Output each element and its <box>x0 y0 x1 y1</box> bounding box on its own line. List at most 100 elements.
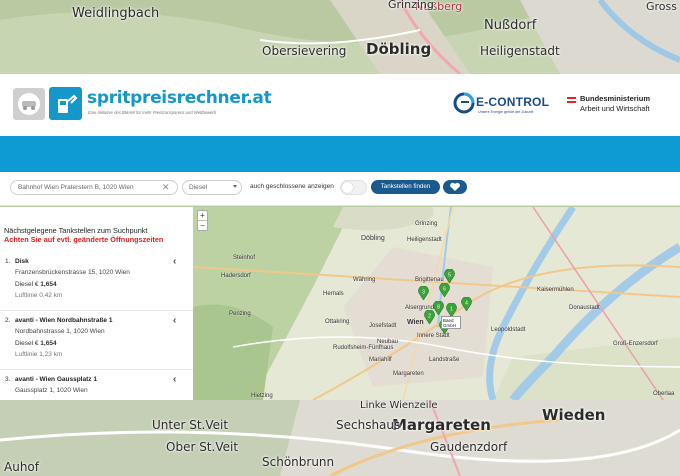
result-index: 2. <box>5 317 11 324</box>
brand-subtitle: Eine Initiative des BMAW für mehr Preist… <box>88 110 217 115</box>
map-label: Döbling <box>361 235 385 242</box>
map-label: Kaisermühlen <box>537 287 574 293</box>
station-pin[interactable]: 5 <box>444 268 455 284</box>
map-label: Hernals <box>323 291 344 297</box>
pin-number: 4 <box>465 301 468 307</box>
ministry-name-line1[interactable]: Bundesministerium <box>580 94 650 103</box>
map-label: Oberlaa <box>653 391 675 397</box>
show-closed-label: auch geschlossene anzeigen <box>250 183 334 190</box>
toggle-knob <box>342 182 353 193</box>
map-label: Penzing <box>229 311 251 317</box>
map-pin-icon: 6 <box>439 282 450 298</box>
pin-number: 5 <box>448 273 451 279</box>
result-item[interactable]: 1. Disk ‹ Franzensbrückenstrasse 15, 102… <box>0 253 193 311</box>
zoom-control: + − <box>197 210 208 231</box>
station-pin[interactable]: 2 <box>424 309 435 325</box>
result-name[interactable]: avanti - Wien Gaussplatz 1 <box>15 376 97 383</box>
result-index: 3. <box>5 376 11 383</box>
econtrol-tagline: Unsere Energie gehört der Zukunft <box>478 110 534 114</box>
show-closed-toggle[interactable] <box>340 180 367 195</box>
map-label: Mariahilf <box>369 357 392 363</box>
fuel-pump-logo-icon <box>49 87 82 120</box>
search-bar: ✕ Diesel auch geschlossene anzeigen Tank… <box>0 172 680 206</box>
result-name[interactable]: avanti - Wien Nordbahnstraße 1 <box>15 317 112 324</box>
result-address: Franzensbrückenstrasse 15, 1020 Wien <box>15 269 130 276</box>
econtrol-name: E-CONTROL <box>476 95 550 109</box>
favorites-button[interactable] <box>443 180 467 194</box>
pin-number: 6 <box>443 287 446 293</box>
result-index: 1. <box>5 258 11 265</box>
chevron-down-icon[interactable] <box>233 185 237 188</box>
map-label: Steinhof <box>233 255 256 261</box>
map-label: Währing <box>353 277 376 283</box>
map-pin-icon: 3 <box>418 285 429 301</box>
map-label: Ottakring <box>325 319 350 325</box>
station-pin[interactable]: 4 <box>461 296 472 312</box>
heart-icon <box>450 182 460 191</box>
map-pin-icon: 2 <box>424 309 435 325</box>
result-address: Gaussplatz 1, 1020 Wien <box>15 387 88 394</box>
bg-label: Auhof <box>4 460 39 474</box>
result-item[interactable]: 3. avanti - Wien Gaussplatz 1 ‹ Gausspla… <box>0 371 193 400</box>
result-address: Nordbahnstrasse 1, 1020 Wien <box>15 328 105 335</box>
map-label: Donaustadt <box>569 305 600 311</box>
map-label: Grinzing <box>415 221 438 227</box>
map-label: Landstraße <box>429 357 460 363</box>
price-value: 1,654 <box>40 281 57 288</box>
bg-label: Nußdorf <box>484 18 537 33</box>
map-pin-icon: 4 <box>461 296 472 312</box>
map-label: Josefstadt <box>369 323 397 329</box>
clear-location-icon[interactable]: ✕ <box>162 181 170 194</box>
result-distance: Luftlinie 0,42 km <box>15 292 63 299</box>
bg-label: Heiligenstadt <box>480 44 560 58</box>
zoom-in-button[interactable]: + <box>198 211 207 221</box>
location-input[interactable] <box>10 180 178 195</box>
bg-label: Ober St.Veit <box>166 440 239 454</box>
station-popup[interactable]: Baed GmbH <box>441 316 461 329</box>
map-label: Margareten <box>393 371 424 377</box>
find-stations-button[interactable]: Tankstellen finden <box>371 180 440 194</box>
zoom-out-button[interactable]: − <box>198 221 207 231</box>
bg-label: Gross <box>646 0 677 13</box>
price-value: 1,654 <box>40 340 57 347</box>
bg-label: Döbling <box>366 40 432 58</box>
result-item[interactable]: 2. avanti - Wien Nordbahnstraße 1 ‹ Nord… <box>0 312 193 370</box>
result-name[interactable]: Disk <box>15 258 29 265</box>
opening-hours-warning: Achten Sie auf evtl. geänderte Öffnungsz… <box>4 235 164 244</box>
result-price: Diesel € 1,654 <box>15 281 57 288</box>
chevron-left-icon[interactable]: ‹ <box>173 374 176 385</box>
ministry-name-line2[interactable]: Arbeit und Wirtschaft <box>580 104 650 113</box>
bg-label: Unter St.Veit <box>152 418 229 432</box>
bg-label: Weidlingbach <box>72 6 160 21</box>
map-label: Groß-Enzersdorf <box>613 341 658 347</box>
brand-name[interactable]: spritpreisrechner.at <box>87 88 272 108</box>
map-label: Hietzing <box>251 393 273 399</box>
result-price: Diesel € 1,654 <box>15 340 57 347</box>
chevron-left-icon[interactable]: ‹ <box>173 256 176 267</box>
pin-number: 1 <box>450 307 453 313</box>
chevron-left-icon[interactable]: ‹ <box>173 315 176 326</box>
price-label: Diesel € <box>15 340 39 347</box>
bg-label: Schönbrunn <box>262 455 335 469</box>
result-distance: Luftlinie 1,23 km <box>15 351 63 358</box>
results-panel: Nächstgelegene Tankstellen zum Suchpunkt… <box>0 207 193 400</box>
pin-number: 2 <box>428 314 431 320</box>
bg-label: Sechshaus <box>336 418 401 432</box>
car-logo-icon <box>13 88 45 120</box>
austria-flag-icon <box>567 97 576 103</box>
bg-label: Obersievering <box>262 44 347 58</box>
station-pin[interactable]: 1 <box>446 302 457 318</box>
bg-label: Margareten <box>392 416 491 434</box>
bg-label: Grinzing <box>388 0 434 11</box>
station-pin[interactable]: 6 <box>439 282 450 298</box>
map-label: Wien <box>407 319 424 326</box>
map-label: Heiligenstadt <box>407 237 442 243</box>
map-label: Hadersdorf <box>221 273 251 279</box>
bg-label: Linke Wienzeile <box>360 400 438 411</box>
bg-label: Wieden <box>542 406 606 424</box>
map-pin-icon: 1 <box>446 302 457 318</box>
site-header: spritpreisrechner.at Eine Initiative des… <box>0 74 680 136</box>
navigation-bar <box>0 136 680 172</box>
station-pin[interactable]: 3 <box>418 285 429 301</box>
map-label: Leopoldstadt <box>491 327 526 333</box>
